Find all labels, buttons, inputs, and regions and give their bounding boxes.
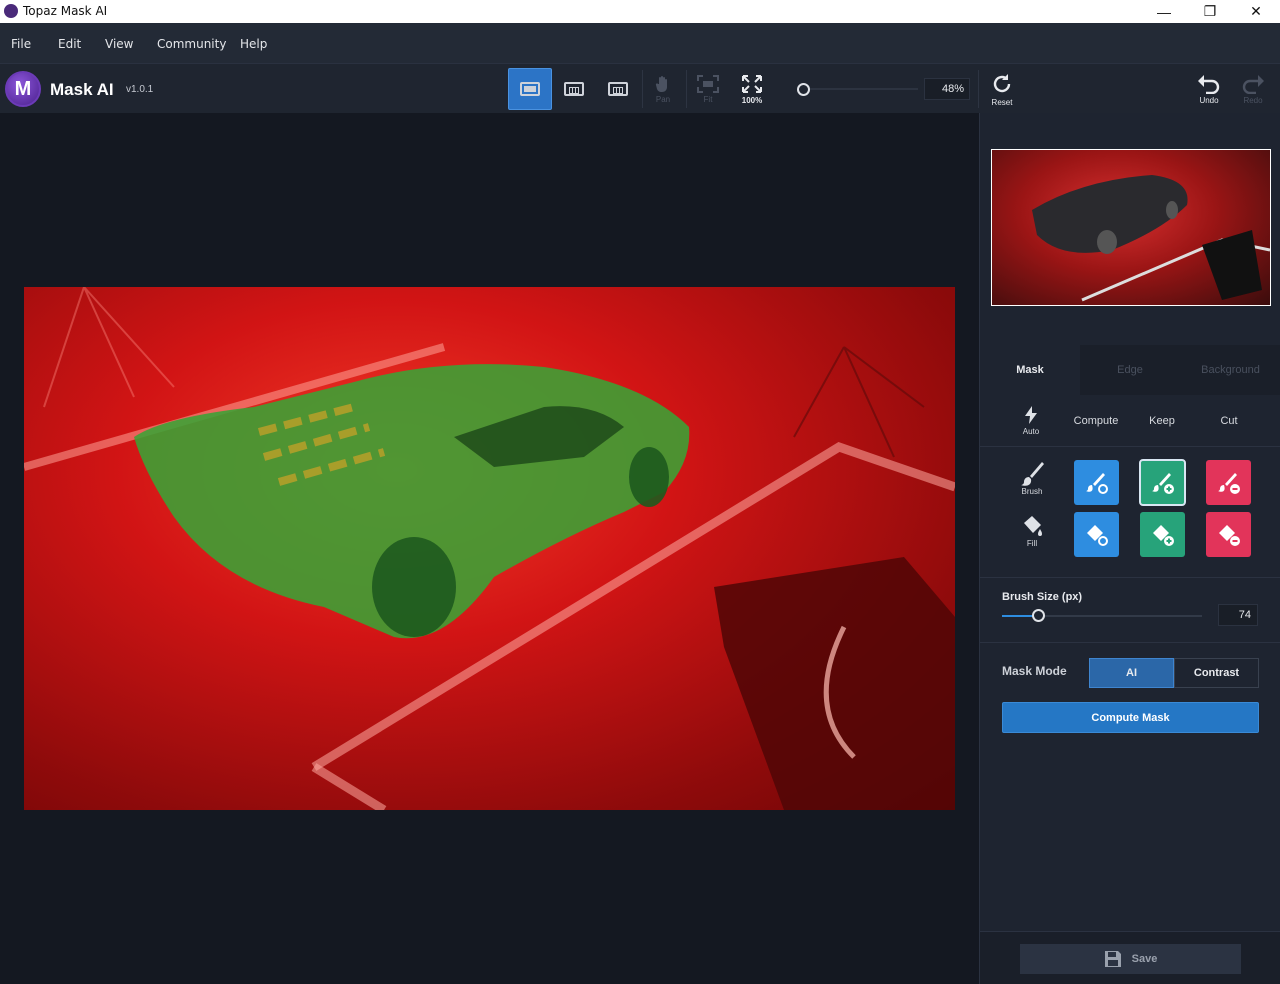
compute-column-label: Compute [1073, 415, 1119, 427]
brush-size-label: Brush Size (px) [1002, 591, 1083, 603]
cut-brush-icon [1217, 472, 1240, 494]
zoom-value-field[interactable]: 48% [924, 78, 970, 100]
reset-button[interactable]: Reset [983, 68, 1021, 110]
lightning-icon [1025, 406, 1037, 424]
brush-icon [1021, 462, 1044, 486]
tab-mask[interactable]: Mask [980, 345, 1080, 395]
app-icon [4, 4, 18, 18]
window-title: Topaz Mask AI [23, 4, 108, 18]
fit-label: Fit [703, 94, 713, 104]
keep-column-label: Keep [1149, 415, 1175, 427]
keep-brush-button[interactable] [1139, 459, 1186, 506]
hand-icon [655, 75, 667, 92]
toolbar: M Mask AI v1.0.1 Pan Fit 100% 48% Reset … [0, 63, 1280, 113]
tab-background[interactable]: Background [1180, 345, 1280, 395]
fit-button[interactable]: Fit [689, 68, 727, 110]
auto-mode-button[interactable]: Auto [1009, 395, 1053, 447]
app-name: Mask AI [50, 80, 114, 99]
keep-fill-icon [1152, 524, 1174, 546]
compute-brush-icon [1085, 472, 1108, 494]
right-panel: Mask Edge Background Auto Compute Keep C… [979, 113, 1280, 984]
cut-fill-icon [1218, 524, 1240, 546]
cut-brush-button[interactable] [1206, 460, 1251, 505]
brush-size-slider-handle[interactable] [1032, 609, 1045, 622]
zoom-slider-handle[interactable] [797, 83, 810, 96]
menu-help[interactable]: Help [240, 37, 267, 51]
menu-view[interactable]: View [105, 37, 133, 51]
single-view-icon [520, 82, 540, 96]
preview-thumbnail [1032, 175, 1270, 302]
paint-bucket-icon [1024, 516, 1042, 536]
zoom-100-label: 100% [741, 95, 763, 105]
single-view-button[interactable] [508, 68, 552, 110]
redo-label: Redo [1243, 95, 1263, 105]
panel-divider [980, 642, 1280, 643]
navigator-preview[interactable] [991, 149, 1271, 306]
fit-icon [697, 74, 719, 93]
auto-label: Auto [1022, 427, 1040, 436]
zoom-slider-track[interactable] [808, 88, 918, 90]
mask-ai-logo: M [5, 71, 41, 107]
redo-icon [1242, 74, 1264, 94]
mask-mode-label: Mask Mode [1002, 664, 1067, 678]
keep-fill-button[interactable] [1140, 512, 1185, 557]
compute-fill-button[interactable] [1074, 512, 1119, 557]
menu-edit[interactable]: Edit [58, 37, 81, 51]
compute-brush-button[interactable] [1074, 460, 1119, 505]
cut-column-label: Cut [1220, 415, 1238, 427]
menu-community[interactable]: Community [157, 37, 226, 51]
mask-mode-contrast-button[interactable]: Contrast [1174, 658, 1259, 688]
fill-tool-label: Fill [1010, 513, 1054, 548]
keep-brush-icon [1151, 472, 1174, 494]
undo-label: Undo [1199, 95, 1219, 105]
undo-icon [1198, 74, 1220, 94]
mask-mode-ai-button[interactable]: AI [1089, 658, 1174, 688]
tab-edge[interactable]: Edge [1080, 345, 1180, 395]
side-by-side-view-button[interactable] [596, 68, 640, 110]
split-view-button[interactable] [552, 68, 596, 110]
undo-button[interactable]: Undo [1190, 68, 1228, 110]
title-bar: Topaz Mask AI — ❐ ✕ [0, 0, 1280, 23]
menu-file[interactable]: File [11, 37, 31, 51]
cut-fill-button[interactable] [1206, 512, 1251, 557]
toolbar-separator [978, 70, 979, 108]
brush-label: Brush [1021, 487, 1043, 496]
side-by-side-view-icon [608, 82, 628, 96]
save-label: Save [1131, 953, 1158, 965]
compute-fill-icon [1086, 524, 1108, 546]
panel-divider [980, 577, 1280, 578]
pan-button[interactable]: Pan [644, 68, 682, 110]
reset-label: Reset [991, 97, 1013, 107]
toolbar-separator [642, 70, 643, 108]
mode-row: Auto Compute Keep Cut [980, 395, 1280, 447]
brush-tool-label: Brush [1010, 461, 1054, 496]
expand-icon [742, 74, 762, 93]
toolbar-separator [686, 70, 687, 108]
fill-label: Fill [1026, 539, 1038, 548]
pan-label: Pan [655, 94, 671, 104]
photo-art [24, 287, 955, 810]
app-version: v1.0.1 [126, 84, 154, 95]
image-canvas[interactable] [0, 113, 979, 984]
save-button[interactable]: Save [1020, 944, 1241, 974]
compute-mask-button[interactable]: Compute Mask [1002, 702, 1259, 733]
reset-icon [993, 73, 1011, 92]
panel-footer: Save [980, 931, 1280, 984]
minimize-button[interactable]: — [1141, 0, 1187, 23]
brush-size-value-field[interactable]: 74 [1218, 604, 1258, 626]
split-view-icon [564, 82, 584, 96]
zoom-100-button[interactable]: 100% [733, 68, 771, 110]
panel-tabs: Mask Edge Background [980, 345, 1280, 395]
close-button[interactable]: ✕ [1233, 0, 1279, 23]
redo-button[interactable]: Redo [1234, 68, 1272, 110]
menu-bar: File Edit View Community Help [0, 23, 1280, 63]
masked-photo[interactable] [24, 287, 955, 810]
maximize-button[interactable]: ❐ [1187, 0, 1233, 23]
floppy-disk-icon [1104, 951, 1121, 967]
